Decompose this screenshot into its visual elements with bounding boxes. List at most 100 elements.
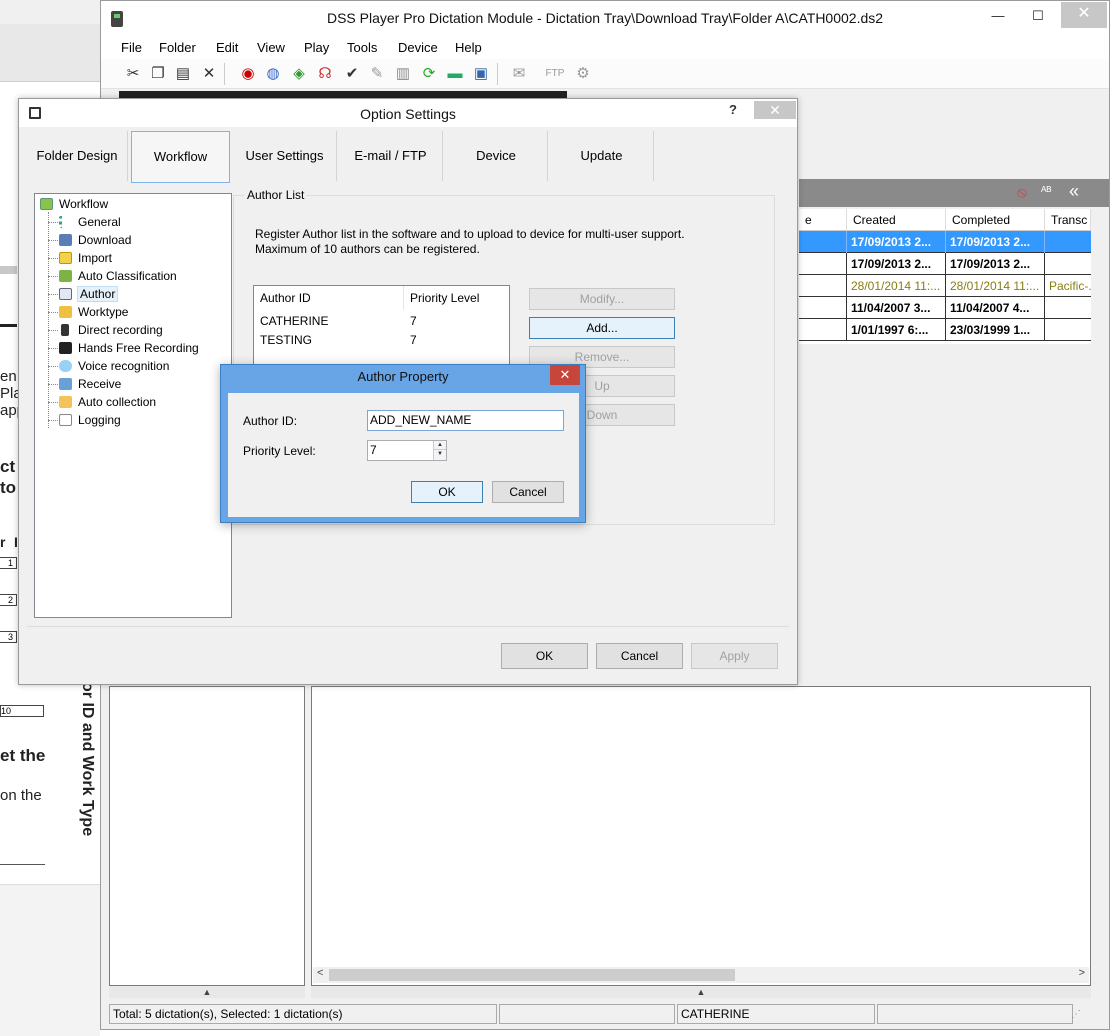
detail-pane[interactable] <box>311 686 1091 986</box>
tree-item-direct-recording[interactable]: Direct recording <box>59 321 163 339</box>
tree-connector <box>48 276 58 277</box>
delete-icon[interactable]: ✕ <box>199 64 219 84</box>
tree-item-logging[interactable]: Logging <box>59 411 121 429</box>
tab-email-ftp[interactable]: E-mail / FTP <box>339 131 443 181</box>
ok-button[interactable]: OK <box>501 643 588 669</box>
toolbar: ✂ ❐ ▤ ✕ ◉ ◍ ◈ ☊ ✔ ✎ ▥ ⟳ ▬ ▣ ✉ FTP ⚙ <box>101 59 1109 89</box>
tree-item-import[interactable]: Import <box>59 249 112 267</box>
no-entry-icon[interactable]: ⦸ <box>1017 184 1027 201</box>
status-summary: Total: 5 dictation(s), Selected: 1 dicta… <box>109 1004 497 1024</box>
menu-view[interactable]: View <box>257 40 285 55</box>
chevron-up-icon[interactable]: ▲ <box>434 441 446 450</box>
copy-icon[interactable]: ❐ <box>148 64 168 84</box>
menu-help[interactable]: Help <box>455 40 482 55</box>
ok-button[interactable]: OK <box>411 481 483 503</box>
close-button[interactable]: ✕ <box>754 101 796 119</box>
device-icon[interactable]: ▣ <box>471 64 491 84</box>
tree-item-general[interactable]: General <box>59 213 121 231</box>
pane-splitter[interactable]: ▲ <box>311 986 1091 998</box>
tree-root-workflow[interactable]: Workflow <box>40 195 108 213</box>
transcribe-icon[interactable]: ☊ <box>315 64 335 84</box>
horizontal-scrollbar[interactable]: < > <box>313 967 1089 983</box>
modify-button[interactable]: Modify... <box>529 288 675 310</box>
table-row[interactable]: 17/09/2013 2... 17/09/2013 2... <box>799 231 1091 253</box>
tab-folder-design[interactable]: Folder Design <box>27 131 128 181</box>
scrollbar-thumb[interactable] <box>329 969 735 981</box>
grid-header-e[interactable]: e <box>799 209 847 231</box>
close-button[interactable]: ✕ <box>1061 2 1107 28</box>
tree-item-download[interactable]: Download <box>59 231 131 249</box>
workflow-tree[interactable]: Workflow General Download Import Auto Cl… <box>34 193 232 618</box>
help-button[interactable]: ? <box>729 102 737 117</box>
size-grip-icon[interactable]: ⋰ <box>1071 1009 1083 1021</box>
finish-icon[interactable]: ✎ <box>367 64 387 84</box>
check-icon[interactable]: ✔ <box>342 64 362 84</box>
document-bottom-area <box>0 884 100 1036</box>
stepper-buttons[interactable]: ▲ ▼ <box>433 441 446 460</box>
scroll-left-icon[interactable]: < <box>317 967 323 979</box>
tree-connector <box>48 240 58 241</box>
tab-workflow[interactable]: Workflow <box>131 131 230 183</box>
cancel-button[interactable]: Cancel <box>492 481 564 503</box>
menu-folder[interactable]: Folder <box>159 40 196 55</box>
book-icon[interactable]: ▥ <box>393 64 413 84</box>
table-row[interactable]: 11/04/2007 3... 11/04/2007 4... <box>799 297 1091 319</box>
recognition-icon[interactable]: ◈ <box>289 64 309 84</box>
tab-update[interactable]: Update <box>550 131 654 181</box>
tree-item-hands-free-recording[interactable]: Hands Free Recording <box>59 339 199 357</box>
minimize-button[interactable]: — <box>981 7 1015 27</box>
folder-pane[interactable] <box>109 686 305 986</box>
column-author-id[interactable]: Author ID <box>254 286 404 310</box>
footer-divider <box>27 626 789 627</box>
column-priority-level[interactable]: Priority Level <box>404 286 509 310</box>
table-row[interactable]: 17/09/2013 2... 17/09/2013 2... <box>799 253 1091 275</box>
table-row[interactable]: 1/01/1997 6:... 23/03/1999 1... <box>799 319 1091 341</box>
menu-tools[interactable]: Tools <box>347 40 377 55</box>
tree-item-voice-recognition[interactable]: Voice recognition <box>59 357 169 375</box>
refresh-icon[interactable]: ⟳ <box>419 64 439 84</box>
tab-device[interactable]: Device <box>445 131 548 181</box>
menu-file[interactable]: File <box>121 40 142 55</box>
document-table-cell: 2 <box>0 594 17 606</box>
collapse-icon[interactable]: « <box>1069 181 1079 202</box>
ftp-icon[interactable]: FTP <box>545 64 565 84</box>
author-id-field[interactable]: ADD_NEW_NAME <box>367 410 564 431</box>
priority-level-stepper[interactable]: 7 ▲ ▼ <box>367 440 447 461</box>
grid-header-created[interactable]: Created <box>847 209 946 231</box>
tree-item-worktype[interactable]: Worktype <box>59 303 128 321</box>
ab-icon[interactable]: ᴬᴮ <box>1041 184 1051 198</box>
menu-edit[interactable]: Edit <box>216 40 238 55</box>
scroll-right-icon[interactable]: > <box>1079 967 1085 979</box>
tree-item-auto-collection[interactable]: Auto collection <box>59 393 156 411</box>
list-item[interactable]: CATHERINE <box>260 312 328 331</box>
table-row[interactable]: 28/01/2014 11:... 28/01/2014 11:... Paci… <box>799 275 1091 297</box>
tree-item-author[interactable]: Author <box>59 285 119 303</box>
list-item[interactable]: TESTING <box>260 331 312 350</box>
chevron-down-icon[interactable]: ▼ <box>434 450 446 459</box>
tree-item-auto-classification[interactable]: Auto Classification <box>59 267 177 285</box>
tab-user-settings[interactable]: User Settings <box>233 131 337 181</box>
author-listview[interactable]: Author ID Priority Level CATHERINE 7 TES… <box>253 285 510 369</box>
menu-play[interactable]: Play <box>304 40 329 55</box>
grid-header-completed[interactable]: Completed <box>946 209 1045 231</box>
maximize-button[interactable]: ☐ <box>1021 7 1055 27</box>
battery-icon[interactable]: ▬ <box>445 64 465 84</box>
tree-item-receive[interactable]: Receive <box>59 375 121 393</box>
cut-icon[interactable]: ✂ <box>123 64 143 84</box>
toolbar-separator <box>224 63 225 85</box>
menu-device[interactable]: Device <box>398 40 438 55</box>
menu-bar: File Folder Edit View Play Tools Device … <box>101 35 1109 59</box>
folder-icon <box>59 396 72 408</box>
pane-splitter[interactable]: ▲ <box>109 986 305 998</box>
paste-icon[interactable]: ▤ <box>173 64 193 84</box>
settings-icon[interactable]: ⚙ <box>573 64 593 84</box>
send-icon[interactable]: ◍ <box>263 64 283 84</box>
close-button[interactable]: ✕ <box>550 365 580 385</box>
apply-button[interactable]: Apply <box>691 643 778 669</box>
mail-icon[interactable]: ✉ <box>509 64 529 84</box>
priority-level-value: 7 <box>370 443 377 457</box>
record-icon[interactable]: ◉ <box>238 64 258 84</box>
grid-header-transc[interactable]: Transc <box>1045 209 1091 231</box>
add-button[interactable]: Add... <box>529 317 675 339</box>
cancel-button[interactable]: Cancel <box>596 643 683 669</box>
